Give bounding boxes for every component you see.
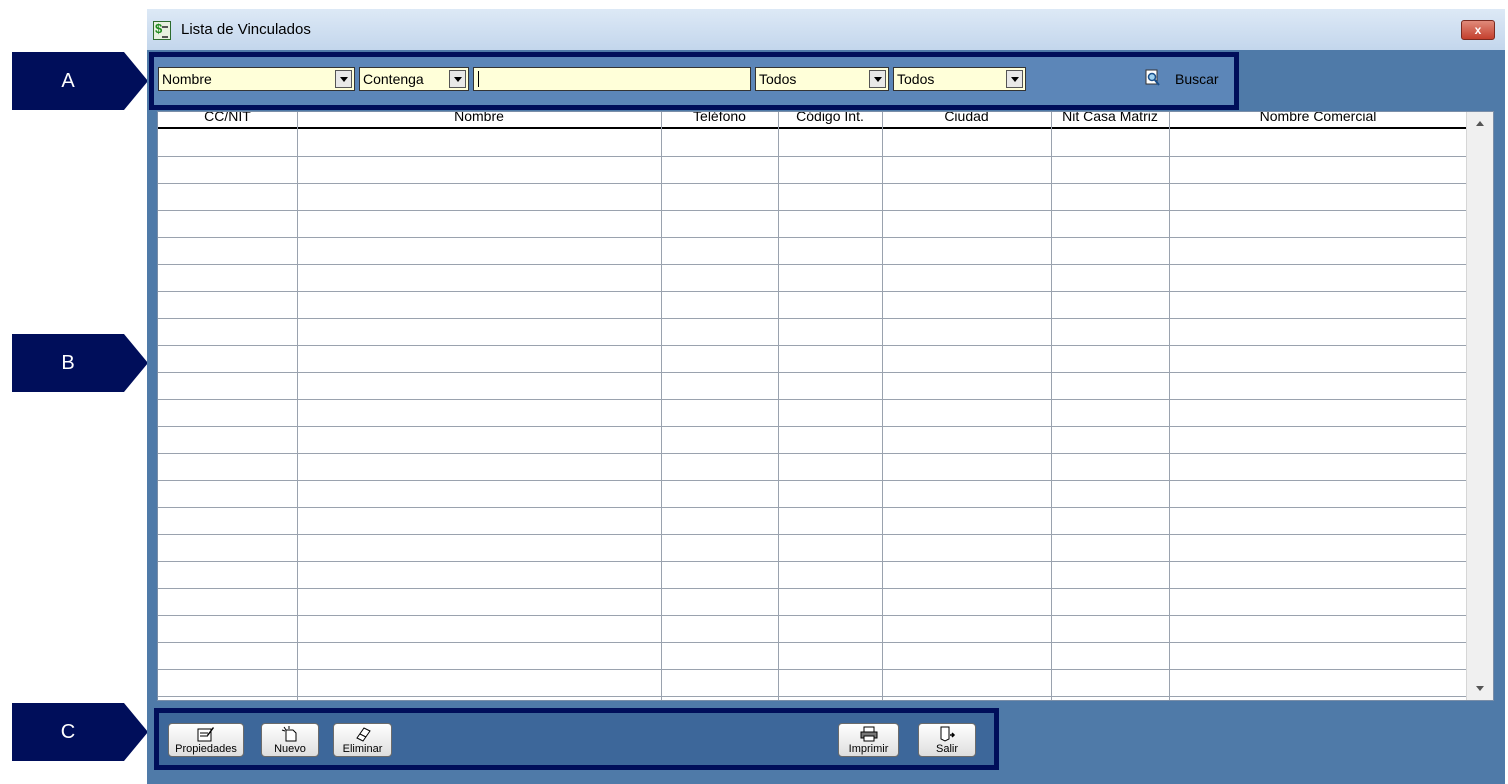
column-header-telefono[interactable]: Teléfono — [661, 112, 778, 128]
callout-b-label: B — [61, 352, 75, 374]
column-header-nombre-comercial[interactable]: Nombre Comercial — [1169, 112, 1467, 128]
row-line — [158, 669, 1467, 670]
row-line — [158, 345, 1467, 346]
window-title: Lista de Vinculados — [181, 21, 311, 38]
eraser-icon — [355, 727, 371, 742]
filter-toolbar-frame: Nombre Contenga Todos Todos Buscar — [149, 52, 1239, 110]
row-line — [158, 642, 1467, 643]
filter2-select[interactable]: Todos — [893, 67, 1026, 91]
properties-button[interactable]: Propiedades — [168, 723, 244, 757]
row-line — [158, 426, 1467, 427]
row-line — [158, 453, 1467, 454]
delete-button[interactable]: Eliminar — [333, 723, 392, 757]
scroll-up-icon[interactable] — [1476, 121, 1484, 126]
search-icon — [1145, 69, 1160, 86]
vinculados-table[interactable]: CC/NIT Nombre Teléfono Código Int. Ciuda… — [157, 111, 1494, 701]
callout-c: C — [12, 703, 148, 761]
app-icon — [153, 21, 171, 40]
exit-button[interactable]: Salir — [918, 723, 976, 757]
column-header-cc-nit[interactable]: CC/NIT — [158, 112, 297, 128]
search-input[interactable] — [473, 67, 751, 91]
new-button[interactable]: Nuevo — [261, 723, 319, 757]
text-caret — [478, 71, 479, 87]
row-line — [158, 237, 1467, 238]
column-divider — [882, 112, 883, 700]
row-line — [158, 372, 1467, 373]
callout-c-label: C — [60, 721, 76, 743]
callout-b: B — [12, 334, 148, 392]
exit-button-label: Salir — [935, 743, 958, 755]
edit-document-icon — [197, 727, 214, 742]
action-toolbar: Propiedades Nuevo Eliminar Imprimir Sali… — [159, 713, 994, 765]
row-line — [158, 156, 1467, 157]
action-toolbar-frame: Propiedades Nuevo Eliminar Imprimir Sali… — [154, 708, 999, 770]
column-divider — [778, 112, 779, 700]
filter1-select[interactable]: Todos — [755, 67, 889, 91]
exit-door-icon — [940, 726, 956, 742]
row-line — [158, 480, 1467, 481]
column-divider — [1169, 112, 1170, 700]
filter1-select-value: Todos — [759, 71, 797, 87]
table-header: CC/NIT Nombre Teléfono Código Int. Ciuda… — [158, 112, 1467, 129]
delete-button-label: Eliminar — [342, 743, 383, 755]
row-line — [158, 534, 1467, 535]
filter2-select-value: Todos — [897, 71, 935, 87]
row-line — [158, 318, 1467, 319]
column-divider — [661, 112, 662, 700]
column-divider — [1051, 112, 1052, 700]
new-button-label: Nuevo — [274, 743, 306, 755]
row-line — [158, 507, 1467, 508]
print-button[interactable]: Imprimir — [838, 723, 899, 757]
field-select-value: Nombre — [162, 71, 212, 87]
callout-a: A — [12, 52, 148, 110]
row-line — [158, 696, 1467, 697]
row-line — [158, 615, 1467, 616]
column-header-ciudad[interactable]: Ciudad — [882, 112, 1051, 128]
row-line — [158, 210, 1467, 211]
column-header-nit-casa-matriz[interactable]: Nit Casa Matriz — [1051, 112, 1169, 128]
chevron-down-icon[interactable] — [335, 70, 352, 88]
chevron-down-icon[interactable] — [449, 70, 466, 88]
row-line — [158, 588, 1467, 589]
printer-icon — [860, 726, 877, 742]
row-line — [158, 291, 1467, 292]
row-line — [158, 399, 1467, 400]
row-line — [158, 183, 1467, 184]
title-bar[interactable]: Lista de Vinculados x — [147, 9, 1505, 50]
row-line — [158, 264, 1467, 265]
row-line — [158, 561, 1467, 562]
operator-select-value: Contenga — [363, 71, 424, 87]
field-select[interactable]: Nombre — [158, 67, 355, 91]
scroll-down-icon[interactable] — [1476, 686, 1484, 691]
search-button-label: Buscar — [1175, 71, 1219, 87]
column-header-nombre[interactable]: Nombre — [297, 112, 661, 128]
column-divider — [297, 112, 298, 700]
operator-select[interactable]: Contenga — [359, 67, 469, 91]
chevron-down-icon[interactable] — [869, 70, 886, 88]
callout-a-label: A — [61, 70, 75, 92]
close-button[interactable]: x — [1461, 20, 1495, 40]
print-button-label: Imprimir — [848, 743, 889, 755]
column-header-codigo-int[interactable]: Código Int. — [778, 112, 882, 128]
new-document-icon — [281, 726, 297, 742]
chevron-down-icon[interactable] — [1006, 70, 1023, 88]
filter-toolbar: Nombre Contenga Todos Todos Buscar — [154, 57, 1234, 105]
vertical-scrollbar[interactable] — [1466, 112, 1493, 700]
properties-button-label: Propiedades — [175, 743, 237, 755]
